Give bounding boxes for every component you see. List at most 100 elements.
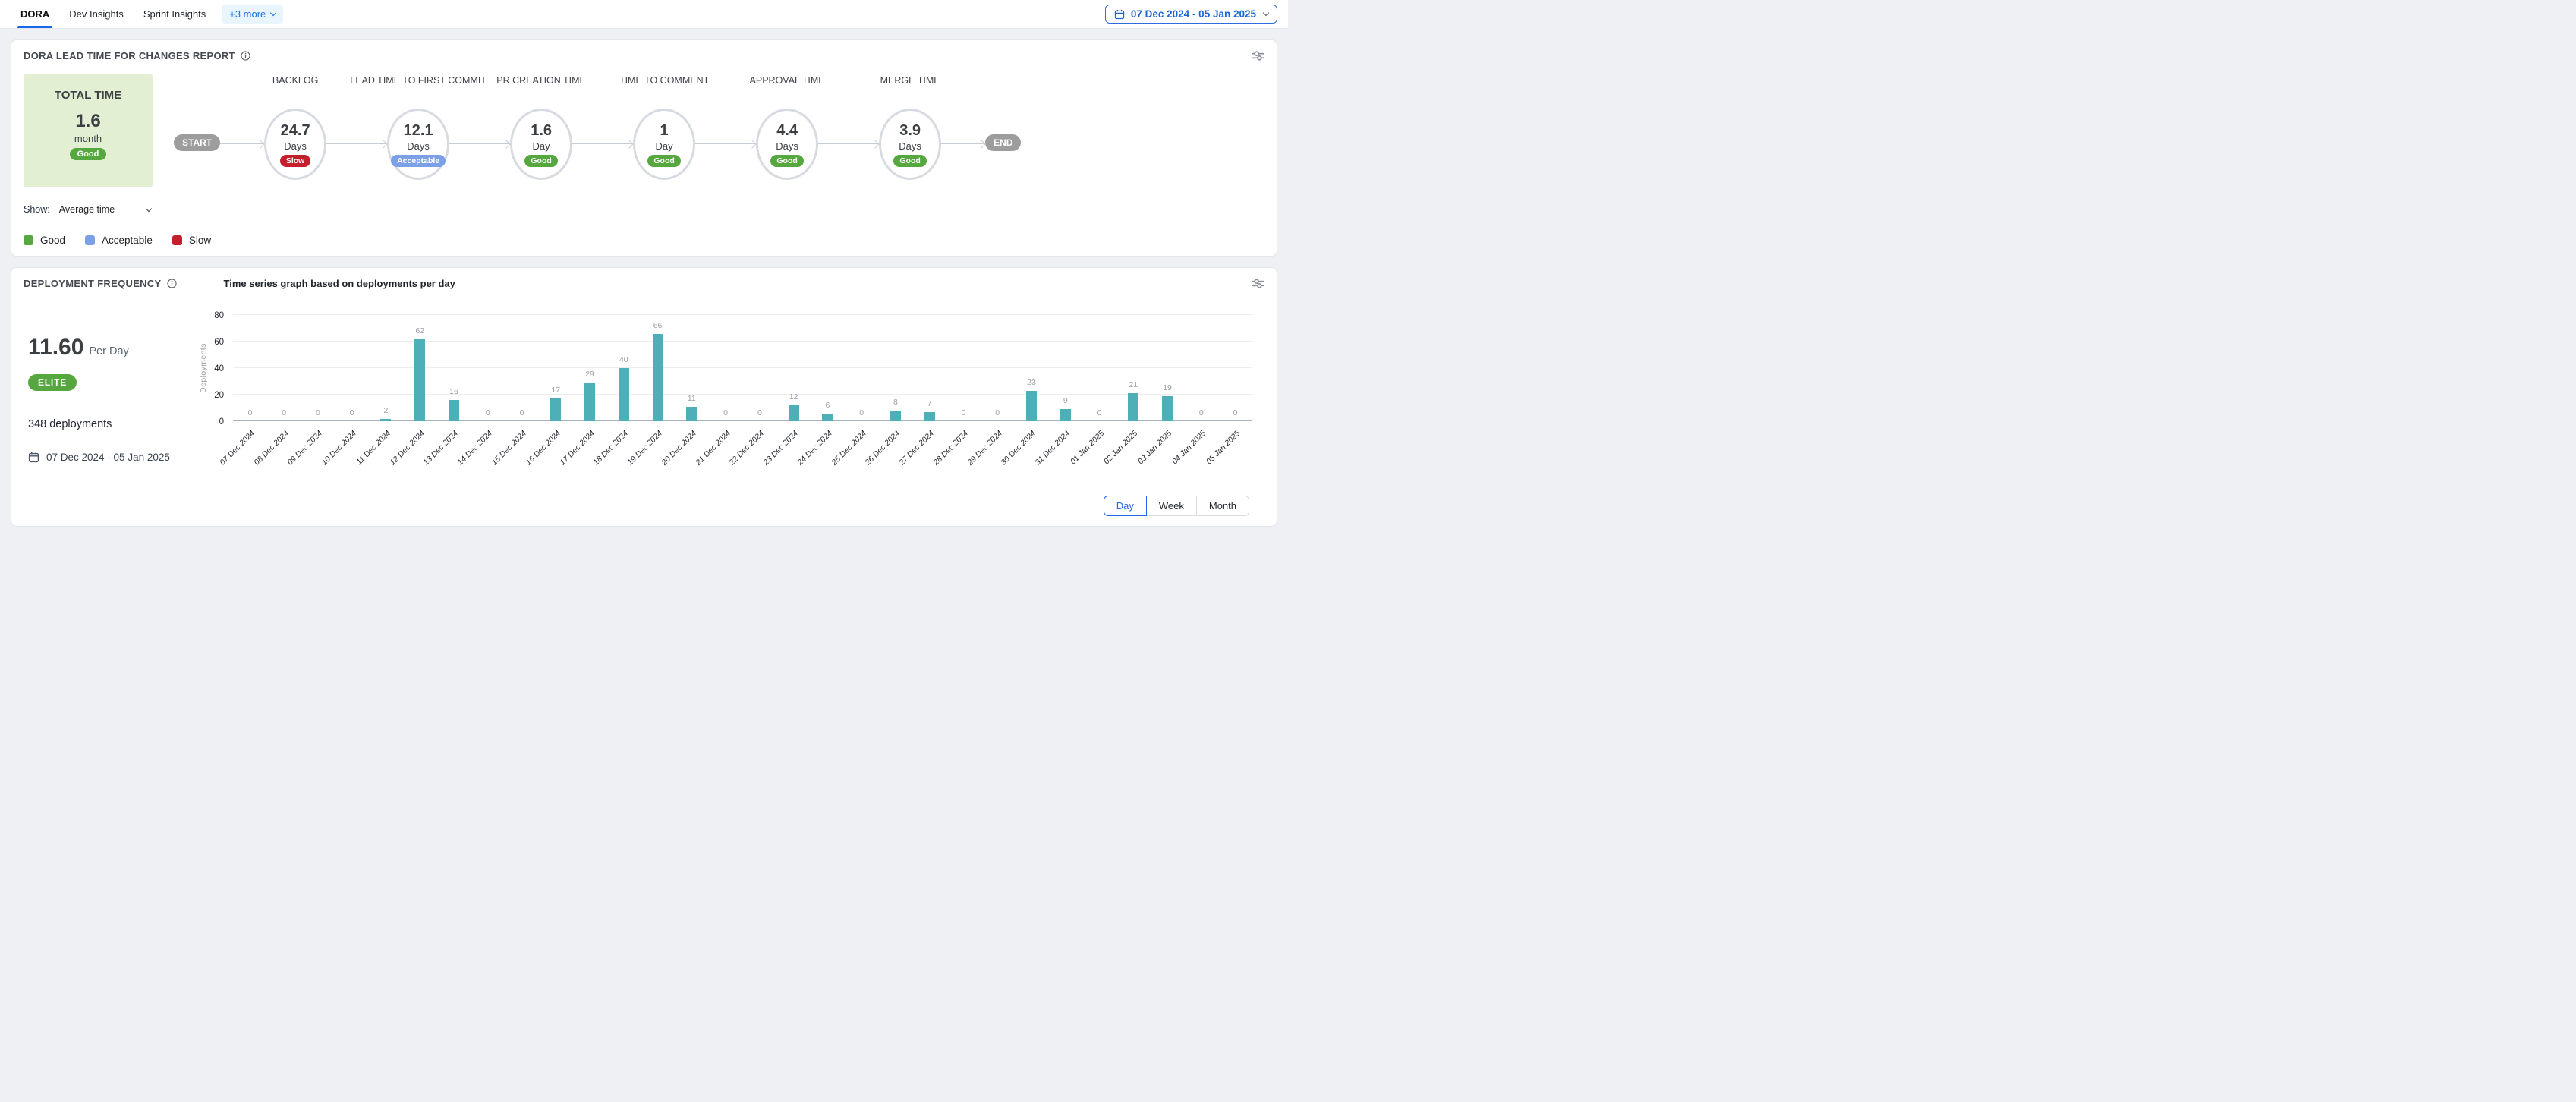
- stage-unit: Days: [776, 140, 798, 152]
- total-time-title: TOTAL TIME: [24, 89, 153, 102]
- bar-value-label: 62: [415, 326, 424, 335]
- tab-dora[interactable]: DORA: [11, 0, 59, 28]
- stage-unit: Days: [899, 140, 921, 152]
- pipeline-stage-approval-time: APPROVAL TIME4.4DaysGood: [756, 74, 818, 180]
- stage-circle[interactable]: 12.1DaysAcceptable: [387, 109, 449, 180]
- bar[interactable]: [653, 334, 663, 422]
- bar-value-label: 7: [927, 399, 932, 408]
- bar-slot: 0: [981, 315, 1015, 421]
- show-metric-dropdown[interactable]: Average time: [59, 204, 151, 215]
- bar-value-label: 0: [486, 408, 490, 417]
- bar-value-label: 0: [962, 408, 966, 417]
- deployments-bar-chart: Deployments 0204060800000262160017294066…: [197, 292, 1264, 516]
- bar-slot: 16: [437, 315, 471, 421]
- bar[interactable]: [1026, 391, 1037, 421]
- bar-slot: 0: [709, 315, 743, 421]
- bar-slot: 7: [912, 315, 946, 421]
- chevron-down-icon: [146, 205, 152, 211]
- total-time-card: TOTAL TIME 1.6 month Good: [24, 74, 153, 187]
- granularity-week-button[interactable]: Week: [1146, 496, 1197, 516]
- stage-circle[interactable]: 3.9DaysGood: [879, 109, 941, 180]
- deployment-frequency-title: DEPLOYMENT FREQUENCY: [24, 278, 177, 289]
- calendar-icon: [1114, 9, 1125, 20]
- pipeline-stage-pr-creation-time: PR CREATION TIME1.6DayGood: [510, 74, 572, 180]
- bar-slot: 0: [335, 315, 369, 421]
- bar[interactable]: [822, 414, 833, 422]
- pipeline-stage-lead-time-to-first-commit: LEAD TIME TO FIRST COMMIT12.1DaysAccepta…: [387, 74, 449, 180]
- bar-value-label: 2: [384, 406, 389, 415]
- pipeline-start-node: START: [174, 134, 220, 151]
- y-tick-label: 0: [219, 417, 224, 427]
- status-legend: GoodAcceptableSlow: [24, 235, 1264, 246]
- tab-dev-insights[interactable]: Dev Insights: [59, 0, 134, 28]
- info-icon[interactable]: [167, 279, 177, 288]
- bar-value-label: 8: [893, 398, 898, 407]
- stage-circle[interactable]: 1.6DayGood: [510, 109, 572, 180]
- bar-value-label: 0: [247, 408, 252, 417]
- stage-circle[interactable]: 24.7DaysSlow: [264, 109, 326, 180]
- deployment-summary: 11.60 Per Day ELITE 348 deployments 07 D…: [24, 292, 197, 516]
- x-tick: 05 Jan 2025: [1218, 421, 1252, 494]
- total-time-unit: month: [24, 133, 153, 144]
- more-tabs-button[interactable]: +3 more: [222, 5, 283, 24]
- bar-value-label: 29: [585, 370, 594, 379]
- sliders-icon[interactable]: [1252, 278, 1264, 289]
- bar[interactable]: [449, 400, 459, 421]
- bar-value-label: 0: [520, 408, 524, 417]
- bar-slot: 12: [776, 315, 811, 421]
- bar-value-label: 12: [789, 392, 798, 401]
- bar[interactable]: [1128, 393, 1138, 421]
- y-axis-label: Deployments: [197, 343, 210, 393]
- bar-value-label: 6: [825, 401, 830, 410]
- stage-circle[interactable]: 1DayGood: [633, 109, 695, 180]
- bar[interactable]: [1060, 409, 1071, 421]
- bar-slot: 0: [301, 315, 335, 421]
- bar-value-label: 0: [1199, 408, 1204, 417]
- bar[interactable]: [550, 398, 561, 421]
- stage-value: 3.9: [899, 122, 921, 140]
- bar[interactable]: [1162, 396, 1173, 421]
- bar-slot: 0: [505, 315, 539, 421]
- bar-slot: 21: [1116, 315, 1151, 421]
- pipeline-stage-time-to-comment: TIME TO COMMENT1DayGood: [633, 74, 695, 180]
- deployment-count: 348 deployments: [28, 418, 197, 430]
- bar-slot: 29: [573, 315, 607, 421]
- deployment-rate: 11.60: [28, 335, 83, 361]
- granularity-toggle: DayWeekMonth: [197, 496, 1252, 516]
- bar[interactable]: [619, 368, 629, 421]
- pipeline-stage-backlog: BACKLOG24.7DaysSlow: [264, 74, 326, 180]
- bar[interactable]: [686, 407, 697, 421]
- pipeline-arrow: [572, 143, 633, 144]
- bar[interactable]: [890, 411, 901, 421]
- pipeline-end-node: END: [985, 134, 1021, 151]
- date-range-picker[interactable]: 07 Dec 2024 - 05 Jan 2025: [1105, 5, 1277, 24]
- tab-sprint-insights[interactable]: Sprint Insights: [134, 0, 216, 28]
- stage-name: MERGE TIME: [833, 74, 988, 87]
- granularity-month-button[interactable]: Month: [1196, 496, 1249, 516]
- bar[interactable]: [414, 339, 425, 422]
- stage-status-badge: Acceptable: [391, 155, 446, 167]
- bar[interactable]: [789, 405, 799, 421]
- bar[interactable]: [924, 412, 935, 421]
- sliders-icon[interactable]: [1252, 50, 1264, 61]
- bar-slot: 0: [1218, 315, 1252, 421]
- stage-circle[interactable]: 4.4DaysGood: [756, 109, 818, 180]
- stage-value: 1.6: [531, 122, 552, 140]
- stage-unit: Days: [284, 140, 307, 152]
- y-tick-label: 80: [214, 311, 224, 320]
- bar-slot: 9: [1048, 315, 1082, 421]
- bar-value-label: 0: [316, 408, 320, 417]
- bar-slot: 0: [946, 315, 981, 421]
- info-icon[interactable]: [241, 51, 250, 61]
- bar-slot: 0: [471, 315, 505, 421]
- x-tick-label: 07 Dec 2024: [218, 429, 257, 468]
- legend-label: Acceptable: [102, 235, 153, 246]
- bar[interactable]: [584, 383, 595, 421]
- lead-time-card-title: DORA LEAD TIME FOR CHANGES REPORT: [24, 50, 250, 61]
- stage-unit: Day: [533, 140, 550, 152]
- granularity-day-button[interactable]: Day: [1104, 496, 1147, 516]
- bar-value-label: 9: [1063, 396, 1068, 405]
- bar-slot: 0: [233, 315, 267, 421]
- legend-label: Good: [40, 235, 65, 246]
- chevron-down-icon: [270, 10, 276, 16]
